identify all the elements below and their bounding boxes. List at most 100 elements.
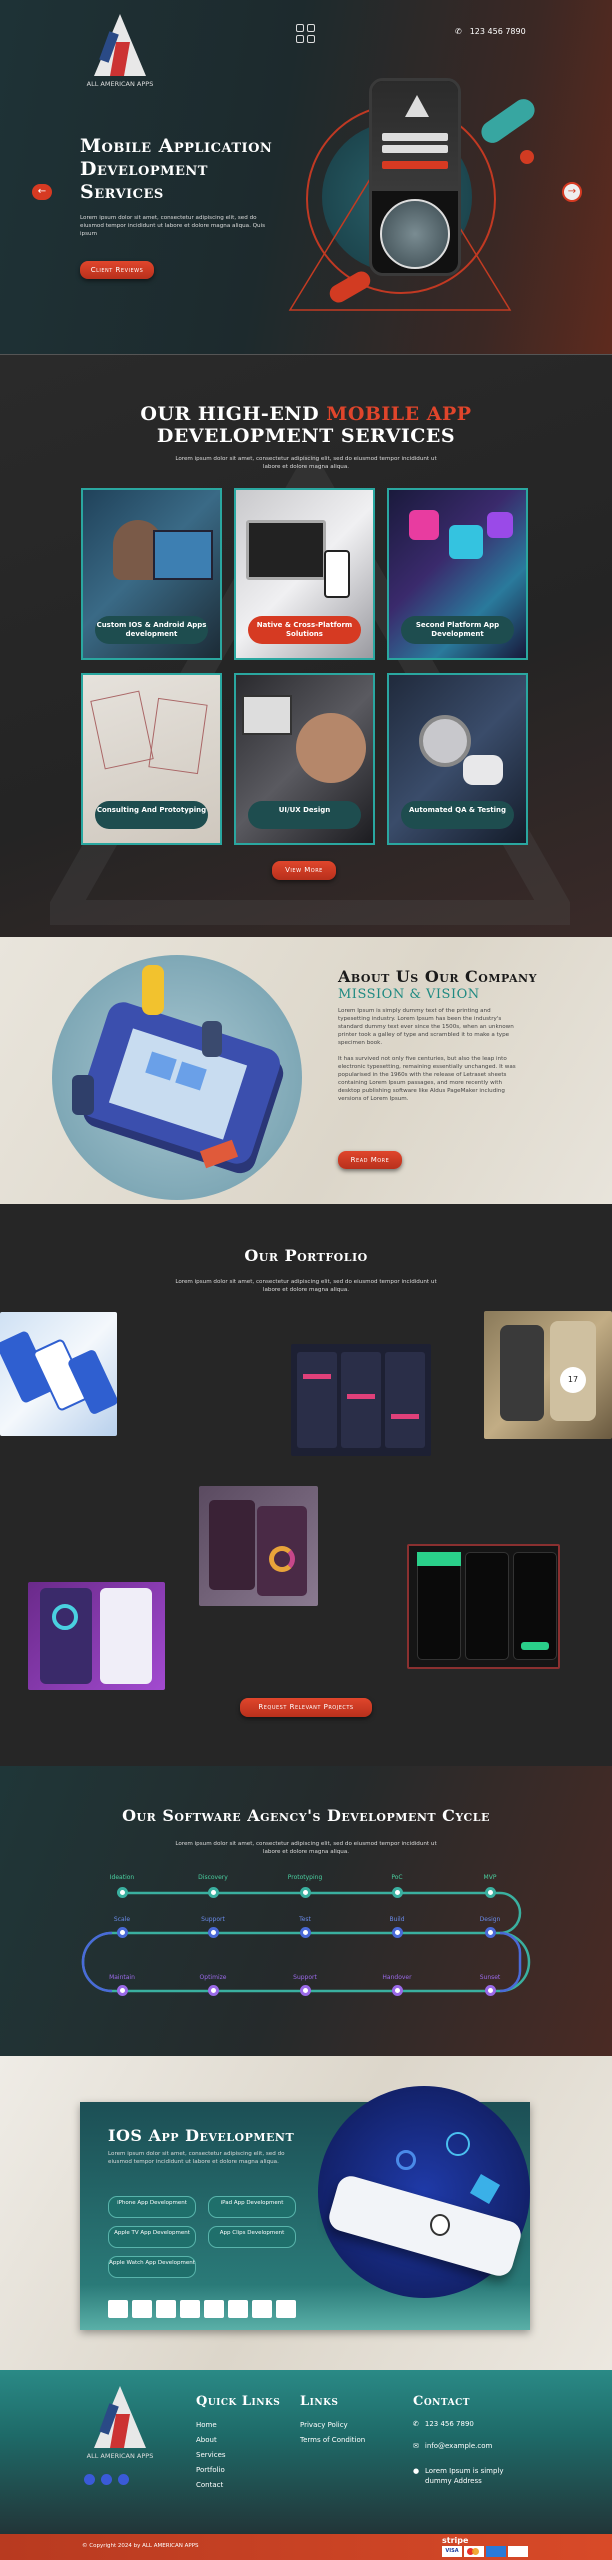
mastercard-icon xyxy=(464,2546,484,2557)
ios-service-pill[interactable]: Apple TV App Development xyxy=(108,2226,196,2248)
instagram-icon[interactable] xyxy=(118,2474,129,2485)
prev-arrow-icon[interactable]: ← xyxy=(32,184,52,200)
service-card[interactable]: Custom IOS & Android Apps development xyxy=(81,488,222,660)
cycle-node xyxy=(392,1887,403,1898)
portfolio-item[interactable] xyxy=(291,1344,431,1456)
service-card[interactable]: Second Platform App Development xyxy=(387,488,528,660)
footer-link-contact[interactable]: Contact xyxy=(196,2478,226,2493)
cycle-stage-label: PoC xyxy=(391,1874,403,1881)
stripe-logo: stripe xyxy=(442,2536,469,2545)
cycle-stage-label: Test xyxy=(299,1916,311,1923)
footer-link-portfolio[interactable]: Portfolio xyxy=(196,2463,226,2478)
react-icon xyxy=(446,2132,470,2156)
cycle-stage-label: Sunset xyxy=(479,1974,501,1981)
ios-section: IOS App Development Lorem ipsum dolor si… xyxy=(0,2056,612,2370)
quick-links-title: Quick Links xyxy=(196,2394,281,2409)
phone-icon: ✆ xyxy=(455,27,462,36)
header-phone[interactable]: ✆ 123 456 7890 xyxy=(455,27,526,36)
cycle-stage-label: MVP xyxy=(483,1874,497,1881)
twitter-icon[interactable] xyxy=(101,2474,112,2485)
cycle-node xyxy=(485,1927,496,1938)
cycle-node xyxy=(117,1927,128,1938)
ios-service-pill[interactable]: iPad App Development xyxy=(208,2196,296,2218)
service-card-label: Automated QA & Testing xyxy=(401,801,514,829)
service-card[interactable]: UI/UX Design xyxy=(234,673,375,845)
menu-icon[interactable] xyxy=(296,24,316,44)
cycle-node xyxy=(392,1985,403,1996)
portfolio-item[interactable]: 17 xyxy=(484,1311,612,1439)
cycle-node xyxy=(117,1887,128,1898)
portfolio-item[interactable] xyxy=(0,1312,117,1436)
amex-icon xyxy=(486,2546,506,2557)
service-card[interactable]: Consulting And Prototyping xyxy=(81,673,222,845)
contact-title: Contact xyxy=(413,2394,470,2409)
cycle-node xyxy=(208,1985,219,1996)
payment-methods: stripe VISA xyxy=(440,2536,532,2558)
portfolio-item[interactable] xyxy=(407,1544,560,1669)
footer-bottom-bar: © Copyright 2024 by ALL AMERICAN APPS st… xyxy=(0,2534,612,2560)
cycle-node xyxy=(300,1985,311,1996)
services-text: Lorem ipsum dolor sit amet, consectetur … xyxy=(175,456,437,470)
footer-link-about[interactable]: About xyxy=(196,2433,226,2448)
cycle-stage-label: Ideation xyxy=(109,1874,135,1881)
footer: ALL AMERICAN APPS Quick Links Home About… xyxy=(0,2370,612,2534)
cycle-path xyxy=(81,1891,531,1993)
visa-icon: VISA xyxy=(442,2546,462,2557)
quick-links: Home About Services Portfolio Contact xyxy=(196,2418,226,2493)
hero-blob-red2 xyxy=(520,150,534,164)
contact-email[interactable]: ✉ info@example.com xyxy=(413,2442,492,2450)
cycle-stage-label: Design xyxy=(479,1916,501,1923)
portfolio-text: Lorem ipsum dolor sit amet, consectetur … xyxy=(175,1279,437,1293)
view-more-button[interactable]: View More xyxy=(272,861,336,880)
ios-service-pill[interactable]: iPhone App Development xyxy=(108,2196,196,2218)
request-projects-button[interactable]: Request Relevant Projects xyxy=(240,1698,372,1717)
footer-link-terms[interactable]: Terms of Condition xyxy=(300,2433,365,2448)
services-title: OUR HIGH-END MOBILE APP DEVELOPMENT SERV… xyxy=(140,403,472,447)
facebook-icon[interactable] xyxy=(84,2474,95,2485)
about-subtitle: MISSION & VISION xyxy=(338,987,480,1002)
cycle-stage-label: Support xyxy=(293,1974,317,1981)
hero-text: Lorem ipsum dolor sit amet, consectetur … xyxy=(80,215,266,237)
service-card[interactable]: Native & Cross-Platform Solutions xyxy=(234,488,375,660)
swift-icon xyxy=(396,2150,416,2170)
cycle-node xyxy=(300,1887,311,1898)
logo[interactable]: ALL AMERICAN APPS xyxy=(80,14,160,92)
cycle-stage-label: Maintain xyxy=(109,1974,135,1981)
service-card-label: UI/UX Design xyxy=(248,801,361,829)
cycle-section: Our Software Agency's Development Cycle … xyxy=(0,1766,612,2056)
read-more-button[interactable]: Read More xyxy=(338,1151,402,1169)
ios-circle xyxy=(318,2086,530,2298)
copyright: © Copyright 2024 by ALL AMERICAN APPS xyxy=(82,2543,199,2549)
footer-link-privacy[interactable]: Privacy Policy xyxy=(300,2418,365,2433)
cycle-stage-label: Support xyxy=(201,1916,225,1923)
service-card-label: Custom IOS & Android Apps development xyxy=(95,616,208,644)
portfolio-item[interactable] xyxy=(28,1582,165,1690)
services-section: OUR HIGH-END MOBILE APP DEVELOPMENT SERV… xyxy=(0,355,612,937)
cycle-stage-label: Optimize xyxy=(199,1974,227,1981)
cycle-stage-label: Handover xyxy=(382,1974,412,1981)
next-arrow-icon[interactable]: → xyxy=(562,182,582,202)
contact-address: ● Lorem Ipsum is simply dummy Address xyxy=(413,2467,504,2485)
links-title: Links xyxy=(300,2394,339,2409)
cycle-node xyxy=(485,1887,496,1898)
ios-text: Lorem ipsum dolor sit amet, consectetur … xyxy=(108,2151,285,2165)
cycle-stage-label: Prototyping xyxy=(287,1874,323,1881)
cycle-node xyxy=(392,1927,403,1938)
footer-logo[interactable]: ALL AMERICAN APPS xyxy=(80,2386,160,2464)
footer-link-services[interactable]: Services xyxy=(196,2448,226,2463)
portfolio-item[interactable] xyxy=(199,1486,318,1606)
ios-service-pill[interactable]: Apple Watch App Development xyxy=(108,2256,196,2278)
about-title: About Us Our Company xyxy=(338,967,537,986)
about-text-2: It has survived not only five centuries,… xyxy=(338,1056,516,1102)
ios-service-pill[interactable]: App Clips Development xyxy=(208,2226,296,2248)
hero-title: Mobile Application Development Services xyxy=(80,135,273,203)
cycle-node xyxy=(300,1927,311,1938)
footer-link-home[interactable]: Home xyxy=(196,2418,226,2433)
service-card[interactable]: Automated QA & Testing xyxy=(387,673,528,845)
service-card-label: Second Platform App Development xyxy=(401,616,514,644)
client-reviews-button[interactable]: Client Reviews xyxy=(80,261,154,279)
ios-title: IOS App Development xyxy=(108,2126,295,2145)
partner-logos xyxy=(108,2300,298,2320)
hero-phone-mockup xyxy=(369,78,461,276)
contact-phone[interactable]: ✆ 123 456 7890 xyxy=(413,2420,474,2428)
